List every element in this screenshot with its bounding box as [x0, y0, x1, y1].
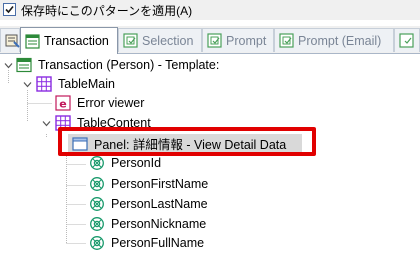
attribute-icon	[90, 217, 104, 231]
tree-node-label: PersonId	[111, 156, 162, 170]
collapse-arrow-icon[interactable]	[4, 61, 13, 70]
attribute-icon	[90, 236, 104, 250]
tree-node-label: TableMain	[58, 77, 115, 91]
checkmark-icon	[5, 5, 14, 14]
tab-label: Transaction	[44, 34, 109, 48]
properties-icon	[5, 34, 20, 48]
tab-label: Prompt	[226, 33, 267, 48]
collapse-arrow-icon[interactable]	[42, 119, 51, 128]
attribute-icon	[90, 197, 104, 211]
highlight-frame	[58, 127, 316, 156]
tab-label: Selection	[142, 33, 194, 48]
tree-node-attribute[interactable]: PersonFullName	[89, 234, 204, 252]
tree-node-attribute[interactable]: PersonId	[89, 154, 161, 172]
tree-node-attribute[interactable]: PersonLastName	[89, 195, 208, 213]
table-icon	[36, 76, 52, 92]
tree-node-label: PersonLastName	[111, 197, 208, 211]
tab-selection[interactable]: Selection	[118, 28, 202, 52]
tree-node-label: Transaction (Person) - Template:	[38, 58, 220, 72]
tree-node-label: Error viewer	[77, 96, 145, 110]
svg-text:e: e	[59, 98, 66, 111]
tab-properties[interactable]	[0, 28, 20, 52]
apply-on-save-label: 保存時にこのパターンを適用(A)	[21, 4, 193, 18]
tree-node-attribute[interactable]: PersonFirstName	[89, 175, 208, 193]
tab-more[interactable]	[394, 28, 420, 52]
prompt-icon	[207, 33, 222, 48]
collapse-arrow-icon[interactable]	[23, 80, 32, 89]
tab-label: Prompt (Email)	[298, 33, 382, 48]
tab-prompt[interactable]: Prompt	[202, 28, 274, 52]
selection-icon	[123, 33, 138, 48]
tree-node-error-viewer[interactable]: e Error viewer	[55, 94, 144, 112]
tree-node-attribute[interactable]: PersonNickname	[89, 215, 206, 233]
tab-transaction[interactable]: Transaction	[20, 27, 118, 54]
tree-node-label: PersonFirstName	[111, 177, 209, 191]
error-viewer-icon: e	[55, 95, 71, 111]
prompt-email-icon	[279, 33, 294, 48]
attribute-icon	[90, 177, 104, 191]
attribute-icon	[90, 156, 104, 170]
transaction-icon	[16, 57, 32, 73]
tab-prompt-email[interactable]: Prompt (Email)	[274, 28, 394, 52]
tree-node-root[interactable]: Transaction (Person) - Template:	[16, 56, 219, 74]
transaction-icon	[25, 33, 40, 49]
prompt-more-icon	[399, 33, 414, 48]
tree-node-label: PersonNickname	[111, 217, 207, 231]
tree-node-tablemain[interactable]: TableMain	[36, 75, 115, 93]
apply-on-save-checkbox[interactable]	[3, 3, 16, 16]
tree-node-label: PersonFullName	[111, 236, 205, 250]
